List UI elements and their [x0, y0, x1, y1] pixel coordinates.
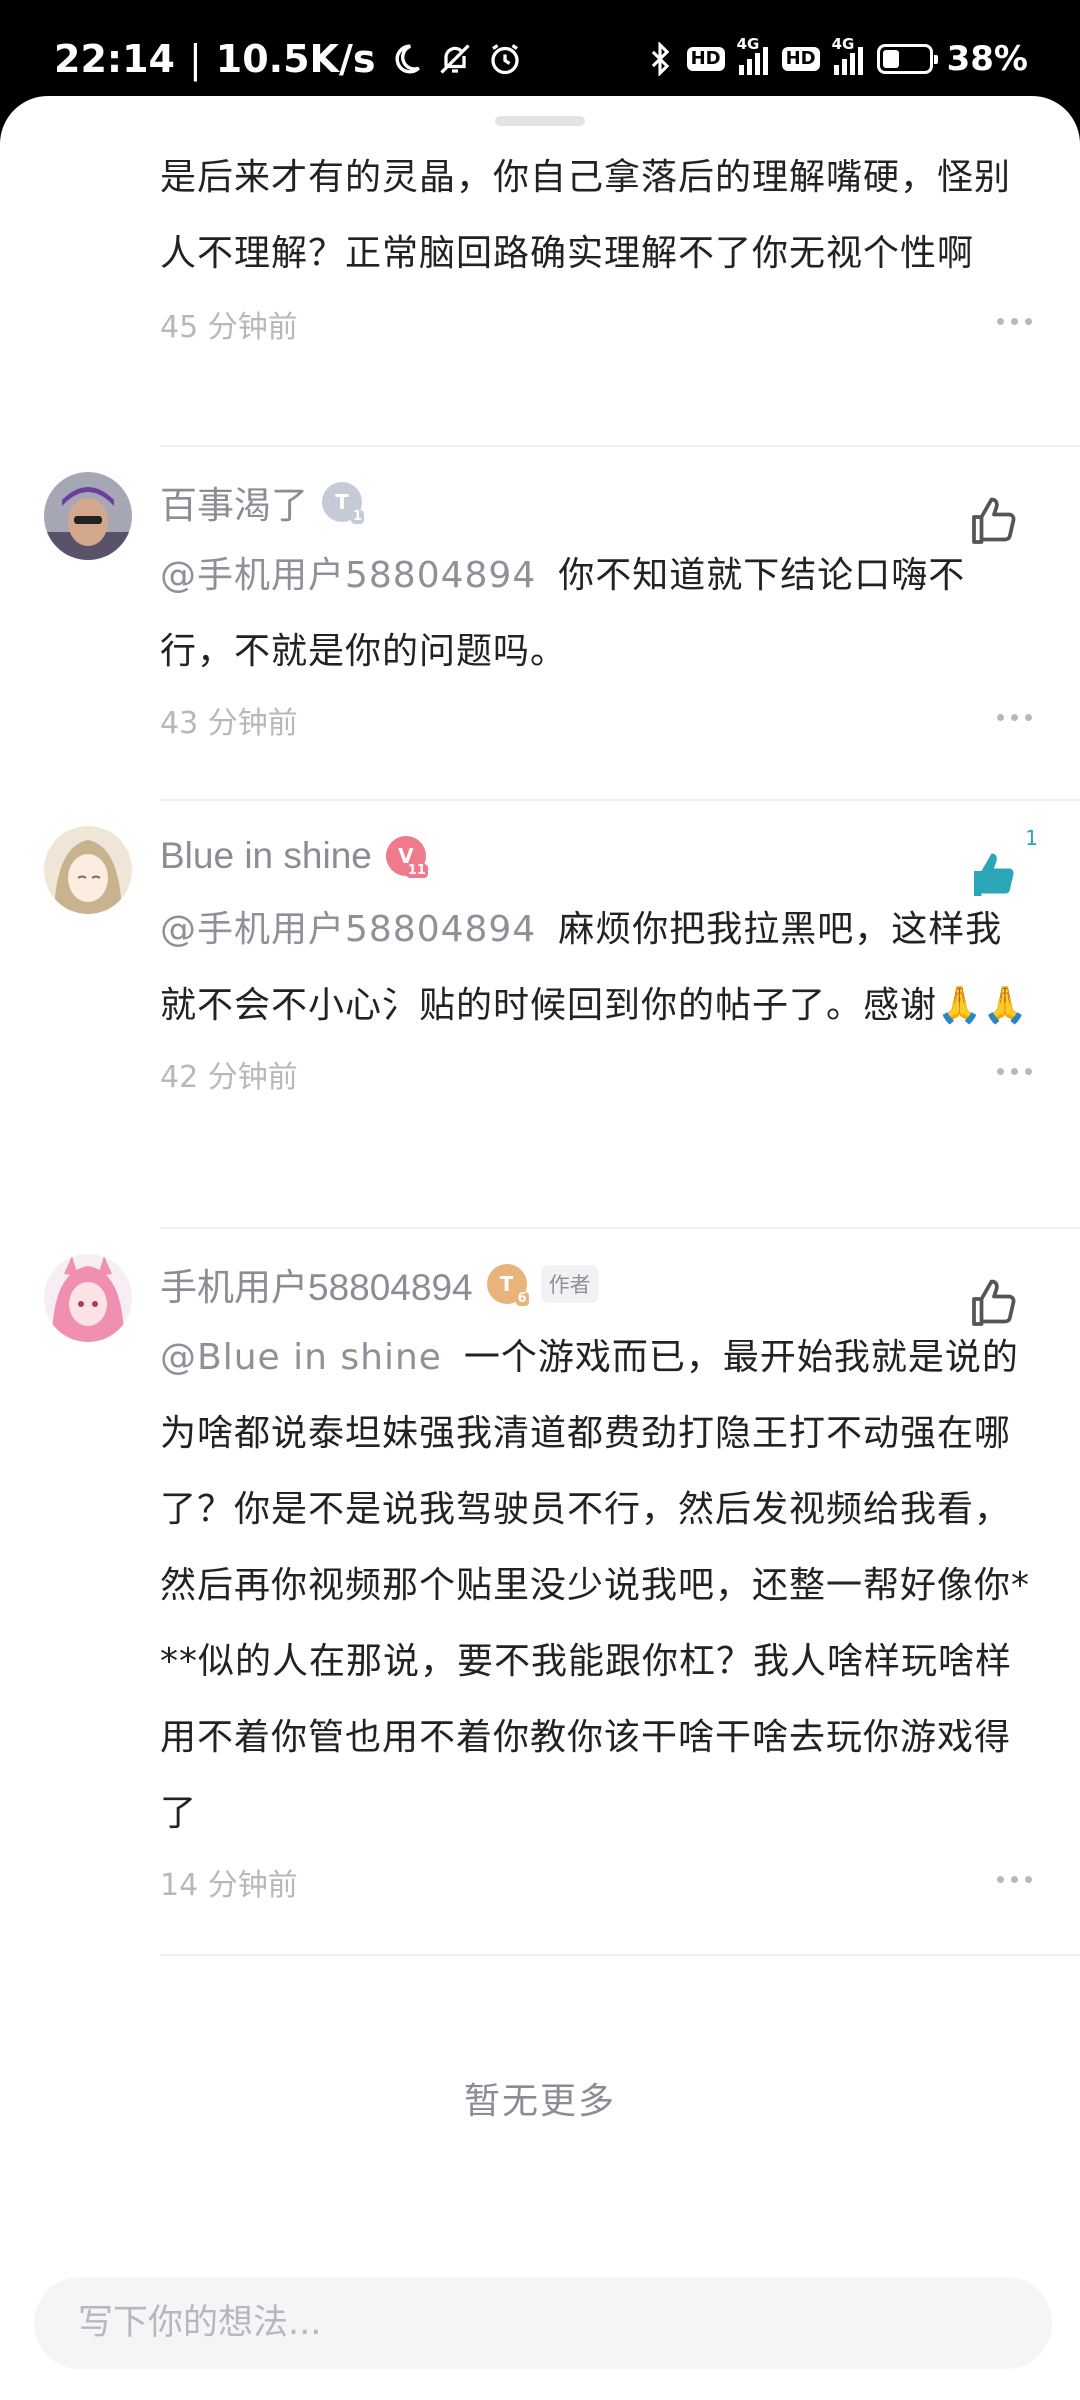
comment-sheet: 是后来才有的灵晶，你自己拿落后的理解嘴硬，怪别人不理解？正常脑回路确实理解不了你… — [0, 96, 1080, 2400]
comment-text: 一个游戏而已，最开始我就是说的为啥都说泰坦妹强我清道都费劲打隐王打不动强在哪了？… — [160, 1337, 1031, 1834]
like-count: 1 — [1025, 826, 1038, 850]
more-icon[interactable] — [997, 1068, 1032, 1075]
drag-handle[interactable] — [495, 116, 585, 126]
comment-input[interactable] — [78, 2303, 1052, 2343]
network-speed: 10.5K/s — [215, 37, 376, 81]
more-icon[interactable] — [997, 1876, 1032, 1883]
hd-badge: HD — [686, 47, 725, 71]
like-icon-active[interactable] — [964, 846, 1024, 906]
mention-link[interactable]: @Blue in shine — [160, 1337, 442, 1378]
comment-time: 14 分钟前 — [160, 1868, 298, 1903]
battery-level: 38% — [946, 39, 1028, 79]
comment-time: 45 分钟前 — [160, 310, 298, 345]
level-badge-icon: V 11 — [385, 836, 428, 878]
username[interactable]: 百事渴了 — [160, 475, 308, 529]
author-badge: 作者 — [540, 1265, 599, 1303]
signal-icon-2: 4G — [832, 35, 863, 75]
moon-icon — [389, 42, 423, 76]
divider — [160, 799, 1080, 801]
divider — [160, 1227, 1080, 1229]
username[interactable]: 手机用户58804894 — [160, 1257, 473, 1311]
alarm-icon — [487, 41, 523, 77]
bluetooth-icon — [647, 42, 673, 76]
avatar[interactable] — [44, 1254, 132, 1342]
no-more-text: 暂无更多 — [463, 2081, 616, 2122]
level-badge-icon: T6 — [486, 1264, 529, 1306]
clock: 22:14 — [54, 37, 175, 81]
like-icon[interactable] — [964, 1274, 1024, 1334]
level-badge-icon: T1 — [322, 482, 364, 524]
divider — [160, 445, 1080, 447]
mute-bell-icon — [437, 41, 473, 77]
like-icon[interactable] — [964, 492, 1024, 552]
more-icon[interactable] — [997, 318, 1032, 325]
divider — [160, 1954, 1080, 1956]
username[interactable]: Blue in shine — [160, 835, 372, 877]
hd-badge-2: HD — [781, 47, 820, 71]
status-bar: 22:14 | 10.5K/s HD 4G HD 4G 38% — [0, 0, 1080, 110]
comment-time: 43 分钟前 — [160, 706, 298, 741]
signal-icon: 4G — [737, 35, 768, 75]
mention-link[interactable]: @手机用户58804894 — [160, 555, 536, 596]
mention-link[interactable]: @手机用户58804894 — [160, 909, 536, 950]
comment-time: 42 分钟前 — [160, 1060, 298, 1095]
battery-icon — [876, 44, 938, 74]
avatar[interactable] — [44, 472, 132, 560]
avatar[interactable] — [44, 826, 132, 914]
comment-text: 是后来才有的灵晶，你自己拿落后的理解嘴硬，怪别人不理解？正常脑回路确实理解不了你… — [160, 157, 1012, 274]
comment-input-box[interactable] — [34, 2277, 1052, 2369]
separator: | — [188, 37, 202, 81]
comment-input-bar — [0, 2245, 1080, 2400]
more-icon[interactable] — [997, 714, 1032, 721]
